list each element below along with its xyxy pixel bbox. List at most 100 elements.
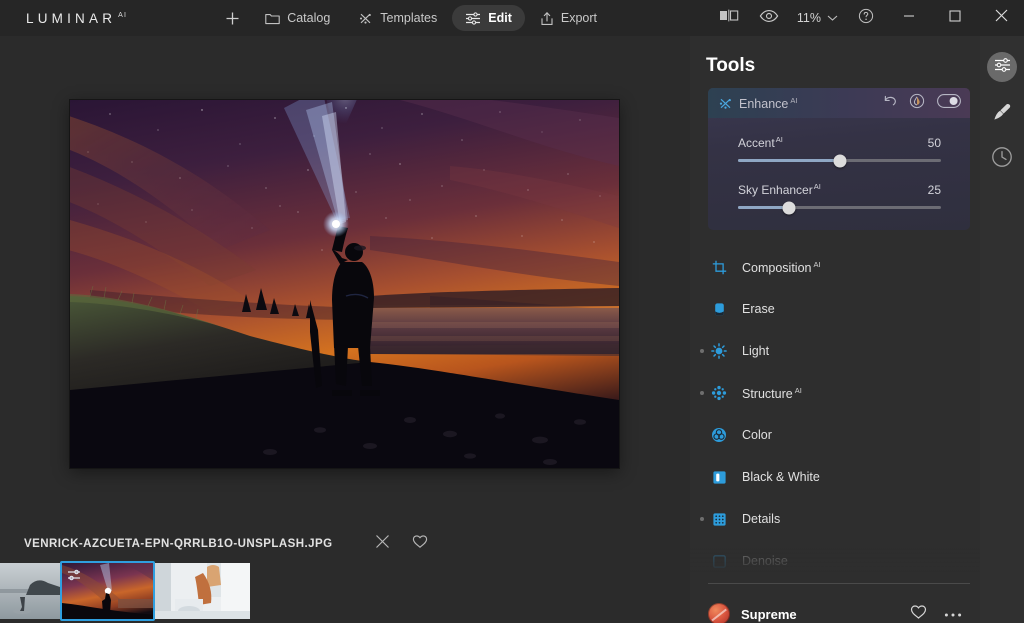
tool-light[interactable]: Light <box>690 330 980 372</box>
title-bar: LUMINAR AI Catalog Templates Edit Export… <box>0 0 1024 36</box>
question-circle-icon <box>858 8 874 29</box>
list-item[interactable] <box>0 563 60 619</box>
sky-enhancer-ai-label: Sky EnhancerAI <box>738 182 821 197</box>
sky-enhancer-ai-value: 25 <box>927 183 941 197</box>
catalog-tab-label: Catalog <box>287 11 331 25</box>
close-file-button[interactable] <box>375 534 390 554</box>
undo-icon[interactable] <box>883 94 897 112</box>
templates-tab[interactable]: Templates <box>345 5 450 32</box>
tool-black-white[interactable]: Black & White <box>690 456 980 498</box>
edited-sliders-icon <box>67 568 81 586</box>
crop-icon <box>708 260 730 275</box>
photo-image <box>70 100 619 468</box>
sliders-icon <box>465 11 481 25</box>
minimize-icon <box>903 9 915 27</box>
preset-footer: Supreme <box>690 592 980 623</box>
accent-label-text: Accent <box>738 136 775 150</box>
maximize-icon <box>949 9 961 27</box>
templates-tab-label: Templates <box>380 11 438 25</box>
thumbnail-image-1 <box>0 563 60 619</box>
add-button[interactable] <box>215 5 250 32</box>
accent-ai-fill <box>738 159 840 162</box>
tool-erase-text: Erase <box>742 302 775 316</box>
rail-history[interactable] <box>987 144 1017 174</box>
favorite-file-button[interactable] <box>412 534 428 554</box>
canvas-area <box>0 36 690 523</box>
sky-enhancer-label-text: Sky Enhancer <box>738 183 813 197</box>
zoom-control[interactable]: 11% <box>789 11 846 25</box>
app-logo-ai: AI <box>118 11 128 19</box>
history-clock-icon <box>991 146 1013 173</box>
edit-tab-label: Edit <box>488 11 512 25</box>
tool-details-label: Details <box>742 512 780 526</box>
tool-modified-dot <box>700 391 704 395</box>
sky-enhancer-ai-knob[interactable] <box>782 201 796 214</box>
accent-ai-tag: AI <box>775 135 783 144</box>
tool-denoise[interactable]: Denoise <box>690 540 980 582</box>
preset-thumbnail <box>708 603 730 623</box>
zoom-level-label: 11% <box>796 11 821 25</box>
close-button[interactable] <box>978 0 1024 36</box>
rail-brush[interactable] <box>987 99 1017 129</box>
tool-structure[interactable]: Structure AI <box>690 372 980 414</box>
photo-preview[interactable] <box>70 100 619 468</box>
main-nav: Catalog Templates Edit Export <box>215 5 610 32</box>
accent-ai-slider-header: AccentAI 50 <box>738 135 941 150</box>
window-controls-cluster: 11% <box>709 0 1024 36</box>
panel-divider <box>708 583 970 584</box>
tool-details[interactable]: Details <box>690 498 980 540</box>
heart-icon[interactable] <box>910 604 927 623</box>
export-tab[interactable]: Export <box>527 5 610 32</box>
tools-panel: Tools Enhance AI AccentAI 50 Sky Enhance… <box>690 36 1024 623</box>
tool-black-white-label: Black & White <box>742 470 820 484</box>
sky-enhancer-ai-track[interactable] <box>738 201 941 214</box>
edit-tab[interactable]: Edit <box>452 5 525 31</box>
compare-view-button[interactable] <box>709 0 749 36</box>
accent-ai-track[interactable] <box>738 154 941 167</box>
compare-view-icon <box>719 9 739 27</box>
tool-structure-text: Structure <box>742 386 793 401</box>
sky-enhancer-ai-tag: AI <box>813 182 821 191</box>
sky-enhancer-ai-slider[interactable]: Sky EnhancerAI 25 <box>738 182 941 214</box>
tool-color-label: Color <box>742 428 772 442</box>
app-logo: LUMINAR AI <box>26 11 127 26</box>
share-icon <box>540 11 554 26</box>
preset-name: Supreme <box>741 606 797 622</box>
denoise-square-icon <box>708 554 730 569</box>
list-item[interactable] <box>60 561 155 621</box>
mask-droplet-icon[interactable] <box>909 93 925 114</box>
catalog-tab[interactable]: Catalog <box>252 5 343 31</box>
tool-structure-ai-tag: AI <box>794 385 802 395</box>
filmstrip[interactable] <box>0 559 690 623</box>
tool-light-label: Light <box>742 344 769 358</box>
rail-edit-sliders[interactable] <box>987 52 1017 82</box>
sky-enhancer-ai-slider-header: Sky EnhancerAI 25 <box>738 182 941 197</box>
current-filename: VENRICK-AZCUETA-EPN-QRRLB1O-UNSPLASH.JPG <box>24 538 333 550</box>
tool-composition[interactable]: Composition AI <box>690 246 980 288</box>
tool-color[interactable]: Color <box>690 414 980 456</box>
sun-icon <box>708 343 730 359</box>
color-wheel-icon <box>708 427 730 443</box>
toggle-switch-on-icon[interactable] <box>937 93 961 113</box>
enhance-ai-header[interactable]: Enhance AI <box>708 88 970 118</box>
tool-color-text: Color <box>742 428 772 442</box>
accent-ai-value: 50 <box>927 136 941 150</box>
minimize-button[interactable] <box>886 0 932 36</box>
accent-ai-slider[interactable]: AccentAI 50 <box>738 135 941 167</box>
accent-ai-label: AccentAI <box>738 135 783 150</box>
maximize-button[interactable] <box>932 0 978 36</box>
enhance-actions <box>883 88 961 118</box>
tool-modified-dot <box>700 349 704 353</box>
preview-toggle-button[interactable] <box>749 0 789 36</box>
list-item[interactable] <box>155 563 250 619</box>
tools-scroll-region[interactable]: Tools Enhance AI AccentAI 50 Sky Enhance… <box>690 36 980 623</box>
more-dots-icon[interactable] <box>944 605 962 623</box>
accent-ai-knob[interactable] <box>833 154 846 167</box>
chevron-down-icon <box>827 11 838 25</box>
preset-row[interactable]: Supreme <box>690 592 980 623</box>
tool-structure-label: Structure AI <box>742 386 802 401</box>
preset-actions <box>910 604 962 623</box>
tool-erase[interactable]: Erase <box>690 288 980 330</box>
help-button[interactable] <box>846 0 886 36</box>
sliders-icon <box>994 57 1011 77</box>
